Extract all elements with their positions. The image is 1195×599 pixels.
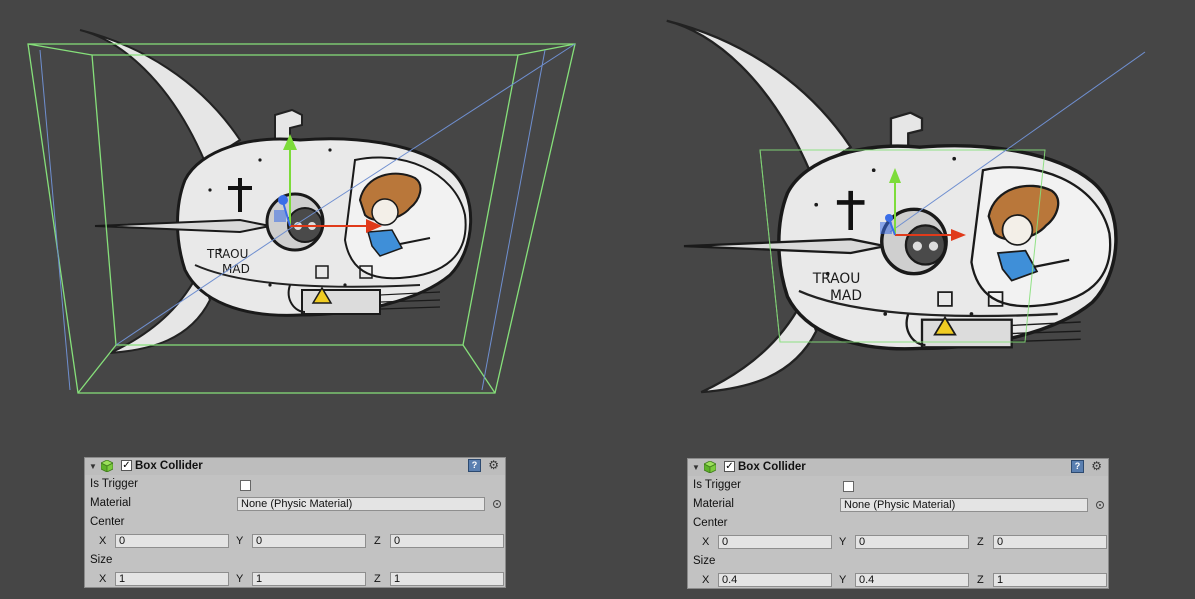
component-enabled-checkbox[interactable]: ✓ [724, 461, 735, 472]
box-collider-inspector-left: ▼ ✓ Box Collider ? ⚙ Is Trigger Material… [84, 457, 506, 588]
material-label: Material [90, 497, 131, 509]
sprite-label-line2: MAD [222, 262, 250, 276]
size-x-field[interactable]: 0.4 [718, 573, 832, 587]
center-x-label: X [99, 535, 107, 547]
center-label: Center [90, 516, 125, 528]
component-header[interactable]: ▼ ✓ Box Collider ? ⚙ [688, 459, 1108, 476]
center-z-label: Z [977, 536, 984, 548]
size-z-field[interactable]: 1 [993, 573, 1107, 587]
center-z-label: Z [374, 535, 381, 547]
is-trigger-checkbox[interactable] [843, 481, 854, 492]
object-picker-icon[interactable] [1096, 501, 1104, 509]
component-header[interactable]: ▼ ✓ Box Collider ? ⚙ [85, 458, 505, 475]
material-label: Material [693, 498, 734, 510]
sprite-label-line1: TRAOU [206, 247, 248, 261]
size-label: Size [693, 555, 716, 567]
box-collider-inspector-right: ▼ ✓ Box Collider ? ⚙ Is Trigger Material… [687, 458, 1109, 589]
center-x-field[interactable]: 0 [718, 535, 832, 549]
right-viewport: TRAOU MAD [667, 21, 1146, 392]
is-trigger-label: Is Trigger [90, 478, 138, 490]
size-z-label: Z [374, 573, 381, 585]
cube-icon [101, 460, 113, 472]
triangle-down-icon[interactable]: ▼ [692, 463, 700, 472]
component-title: Box Collider [738, 461, 806, 473]
size-z-label: Z [977, 574, 984, 586]
center-x-field[interactable]: 0 [115, 534, 229, 548]
size-x-label: X [702, 574, 710, 586]
size-y-field[interactable]: 1 [252, 572, 366, 586]
material-field[interactable]: None (Physic Material) [237, 497, 485, 511]
center-label: Center [693, 517, 728, 529]
center-y-label: Y [236, 535, 244, 547]
sprite-label-line2-right: MAD [830, 288, 862, 304]
center-x-label: X [702, 536, 710, 548]
camera-frustum-lines [39, 43, 576, 391]
triangle-down-icon[interactable]: ▼ [89, 462, 97, 471]
size-x-field[interactable]: 1 [115, 572, 229, 586]
center-z-field[interactable]: 0 [390, 534, 504, 548]
scene-view[interactable]: TRAOU MAD TRAOU MAD [0, 0, 1195, 440]
size-x-label: X [99, 573, 107, 585]
size-label: Size [90, 554, 113, 566]
center-y-field[interactable]: 0 [855, 535, 969, 549]
gear-icon[interactable]: ⚙ [488, 458, 499, 472]
center-y-field[interactable]: 0 [252, 534, 366, 548]
center-y-label: Y [839, 536, 847, 548]
cube-icon [704, 461, 716, 473]
left-viewport: TRAOU MAD [27, 28, 576, 394]
help-book-icon[interactable]: ? [1071, 460, 1084, 473]
sprite-label-line1-right: TRAOU [812, 271, 861, 287]
material-field[interactable]: None (Physic Material) [840, 498, 1088, 512]
component-title: Box Collider [135, 460, 203, 472]
size-y-label: Y [839, 574, 847, 586]
size-y-label: Y [236, 573, 244, 585]
is-trigger-checkbox[interactable] [240, 480, 251, 491]
center-z-field[interactable]: 0 [993, 535, 1107, 549]
component-enabled-checkbox[interactable]: ✓ [121, 460, 132, 471]
object-picker-icon[interactable] [493, 500, 501, 508]
gear-icon[interactable]: ⚙ [1091, 459, 1102, 473]
size-y-field[interactable]: 0.4 [855, 573, 969, 587]
is-trigger-label: Is Trigger [693, 479, 741, 491]
size-z-field[interactable]: 1 [390, 572, 504, 586]
help-book-icon[interactable]: ? [468, 459, 481, 472]
